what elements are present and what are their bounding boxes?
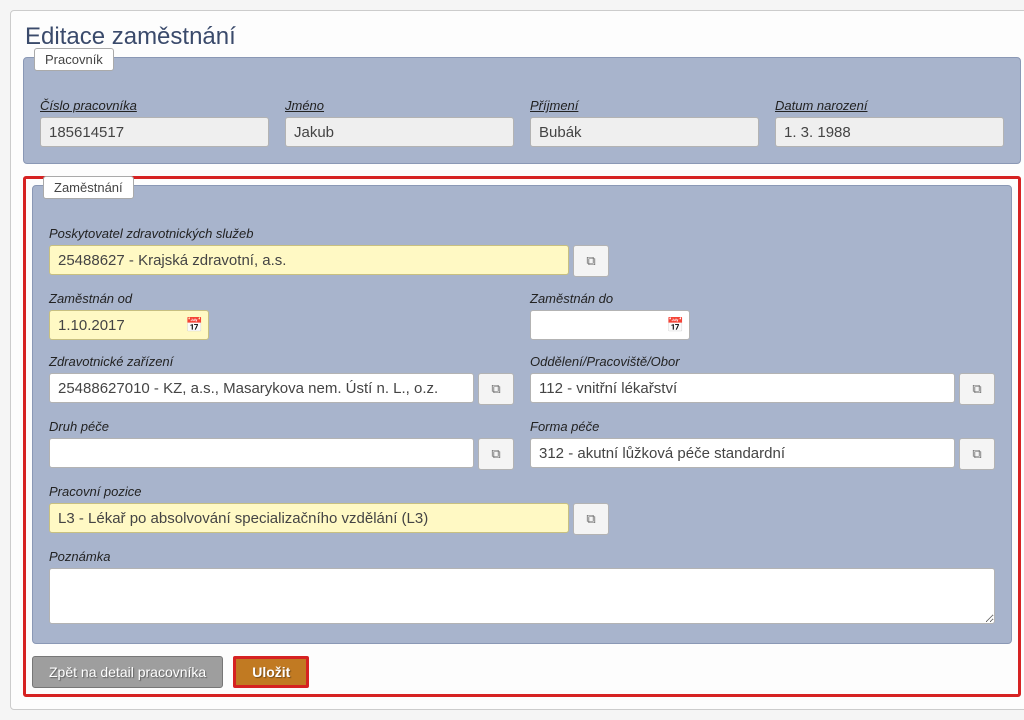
pozice-label: Pracovní pozice xyxy=(49,484,995,499)
druh-input[interactable] xyxy=(49,438,474,468)
zamestnani-fieldset: Zaměstnání Poskytovatel zdravotnických s… xyxy=(32,185,1012,644)
poskytovatel-label: Poskytovatel zdravotnických služeb xyxy=(49,226,995,241)
prijmeni-label: Příjmení xyxy=(530,98,759,113)
pozice-lookup-button[interactable]: ⧉ xyxy=(573,503,609,535)
calendar-icon[interactable]: 📅 xyxy=(667,317,684,334)
forma-input[interactable] xyxy=(530,438,955,468)
popup-icon: ⧉ xyxy=(972,381,981,397)
popup-icon: ⧉ xyxy=(586,511,595,527)
jmeno: Jakub xyxy=(285,117,514,147)
popup-icon: ⧉ xyxy=(491,381,500,397)
pracovnik-legend: Pracovník xyxy=(34,48,114,71)
oddeleni-lookup-button[interactable]: ⧉ xyxy=(959,373,995,405)
poznamka-textarea[interactable] xyxy=(49,568,995,624)
zamestnan-do-label: Zaměstnán do xyxy=(530,291,995,306)
druh-lookup-button[interactable]: ⧉ xyxy=(478,438,514,470)
zarizeni-lookup-button[interactable]: ⧉ xyxy=(478,373,514,405)
highlight-box: Zaměstnání Poskytovatel zdravotnických s… xyxy=(23,176,1021,697)
zamestnani-legend: Zaměstnání xyxy=(43,176,134,199)
cislo-pracovnika: 185614517 xyxy=(40,117,269,147)
popup-icon: ⧉ xyxy=(972,446,981,462)
zarizeni-label: Zdravotnické zařízení xyxy=(49,354,514,369)
narozeni-label: Datum narození xyxy=(775,98,1004,113)
poskytovatel-input[interactable] xyxy=(49,245,569,275)
poznamka-label: Poznámka xyxy=(49,549,995,564)
popup-icon: ⧉ xyxy=(586,253,595,269)
druh-label: Druh péče xyxy=(49,419,514,434)
zarizeni-input[interactable] xyxy=(49,373,474,403)
forma-lookup-button[interactable]: ⧉ xyxy=(959,438,995,470)
forma-label: Forma péče xyxy=(530,419,995,434)
prijmeni: Bubák xyxy=(530,117,759,147)
pracovnik-fieldset: Pracovník Číslo pracovníka 185614517 Jmé… xyxy=(23,57,1021,164)
save-button[interactable]: Uložit xyxy=(233,656,309,688)
page-title: Editace zaměstnání xyxy=(25,23,1021,51)
datum-narozeni: 1. 3. 1988 xyxy=(775,117,1004,147)
jmeno-label: Jméno xyxy=(285,98,514,113)
pozice-input[interactable] xyxy=(49,503,569,533)
cislo-label: Číslo pracovníka xyxy=(40,98,269,113)
oddeleni-input[interactable] xyxy=(530,373,955,403)
poskytovatel-lookup-button[interactable]: ⧉ xyxy=(573,245,609,277)
zamestnan-od-label: Zaměstnán od xyxy=(49,291,514,306)
calendar-icon[interactable]: 📅 xyxy=(186,317,203,334)
popup-icon: ⧉ xyxy=(491,446,500,462)
oddeleni-label: Oddělení/Pracoviště/Obor xyxy=(530,354,995,369)
back-button[interactable]: Zpět na detail pracovníka xyxy=(32,656,223,688)
